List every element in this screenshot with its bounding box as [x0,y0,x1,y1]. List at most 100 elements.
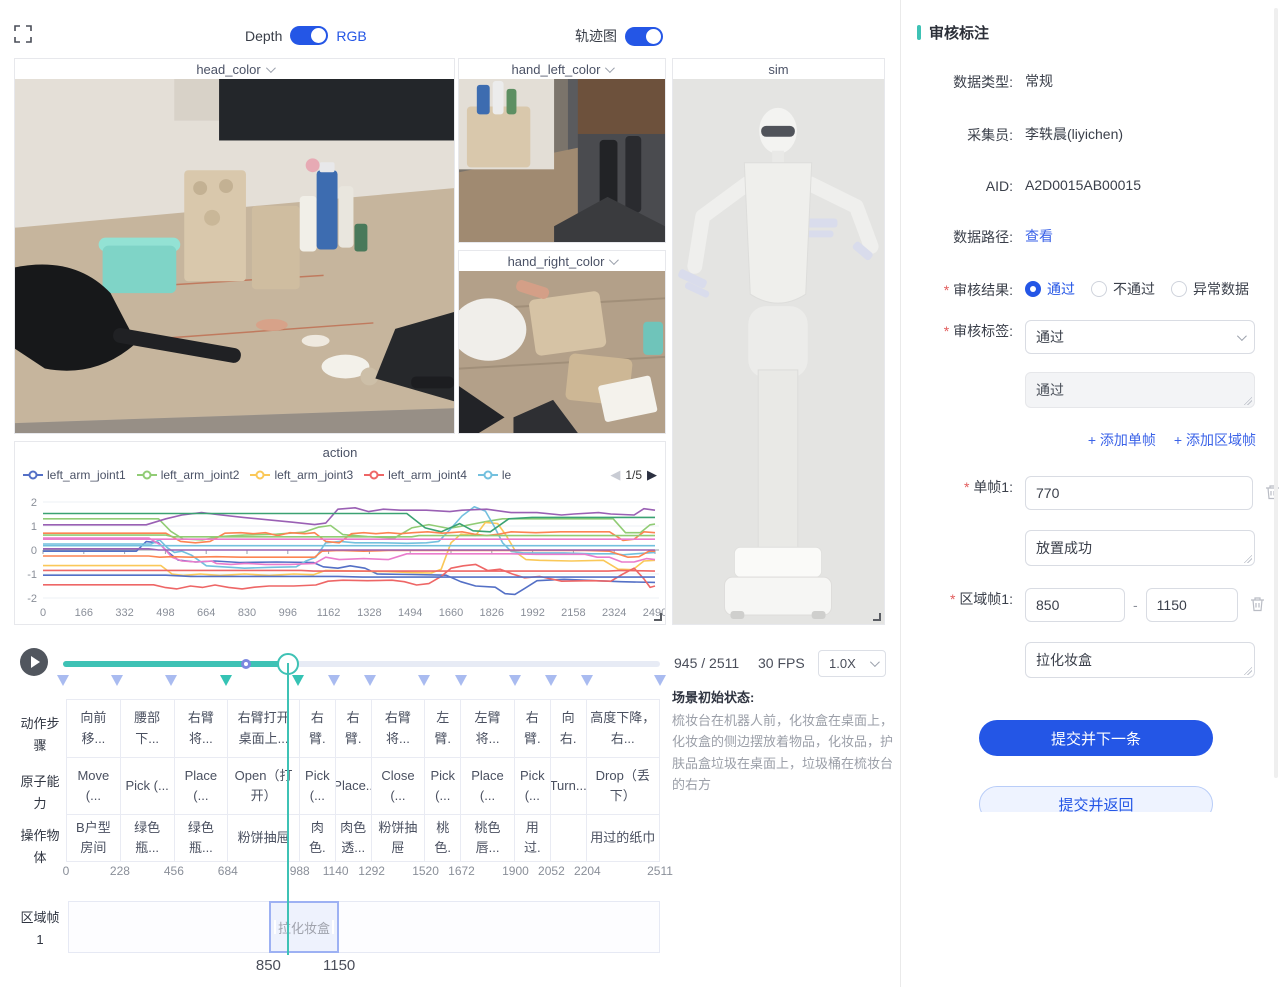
region-frame-note[interactable]: 拉化妆盒 [1025,642,1255,678]
play-button[interactable] [20,648,48,676]
sim-title: sim [673,59,884,79]
table-cell: Pick (... [515,758,551,814]
table-cell: Pick (... [300,758,336,814]
scrollbar[interactable] [1274,8,1278,778]
add-region-frame-link[interactable]: + 添加区域帧 [1174,430,1256,450]
table-cell: 粉饼抽屉 [228,815,300,861]
single-frame-note[interactable]: 放置成功 [1025,530,1255,566]
review-panel-title: 审核标注 [929,22,989,43]
svg-text:996: 996 [279,607,297,619]
legend-item[interactable]: left_arm_joint4 [364,468,467,482]
legend-item[interactable]: left_arm_joint1 [23,468,126,482]
row-label-abilities: 原子能力 [20,771,60,815]
segment-marker-icon[interactable] [509,675,521,686]
depth-label: Depth [245,28,282,44]
sim-panel: sim [672,58,885,625]
legend-next-icon[interactable]: ▶ [647,467,657,483]
fullscreen-icon[interactable] [14,25,32,43]
chevron-down-icon [266,63,276,73]
table-cell: 桃色. [425,815,461,861]
playback-slider[interactable] [63,651,660,677]
svg-text:-2: -2 [27,593,37,605]
region-frame-track: 拉化妆盒 [68,901,660,953]
trajectory-toggle[interactable] [625,27,663,46]
resize-handle-icon[interactable] [873,613,881,621]
head-camera-selector[interactable]: head_color [15,59,454,79]
region-handle-left[interactable] [274,920,276,934]
table-cell: 肉色. [300,815,336,861]
single-frame-row: 单帧1: [917,476,1280,510]
table-cell: 用过的纸巾 [587,815,659,861]
collector-label: 采集员: [917,124,1013,145]
action-steps-table: 向前移...腰部下...右臂将...右臂打开桌面上...右臂.右臂.右臂将...… [66,699,660,862]
segment-marker-icon[interactable] [57,675,69,686]
chevron-down-icon [605,63,615,73]
viewer-panel: Depth RGB 轨迹图 head_color [0,0,900,987]
svg-text:664: 664 [197,607,215,619]
single-frame-marker[interactable] [241,659,251,669]
resize-grip-icon[interactable] [1243,554,1252,563]
svg-text:1162: 1162 [317,607,341,619]
region-end-input[interactable] [1146,588,1238,622]
single-frame-input[interactable] [1025,476,1253,510]
table-cell: Place.. [336,758,372,814]
hand-left-camera-selector[interactable]: hand_left_color [459,59,665,79]
segment-marker-icon[interactable] [165,675,177,686]
row-label-steps: 动作步骤 [20,713,60,757]
region-bound-value: 1150 [323,957,355,974]
table-cell: 右臂. [515,700,551,757]
axis-tick-label: 684 [218,864,238,878]
segment-marker-icon[interactable] [545,675,557,686]
segment-marker-icon[interactable] [111,675,123,686]
segment-marker-icon[interactable] [292,675,304,686]
aid-value: A2D0015AB00015 [1025,177,1141,193]
data-path-row: 数据路径: 查看 [917,226,1280,247]
submit-next-button[interactable]: 提交并下一条 [979,720,1213,756]
axis-tick-label: 988 [290,864,310,878]
resize-grip-icon[interactable] [1243,396,1252,405]
speed-select[interactable]: 1.0X [818,650,886,677]
radio-label: 通过 [1047,279,1075,299]
resize-handle-icon[interactable] [654,613,662,621]
resize-grip-icon[interactable] [1243,666,1252,675]
region-handle-right[interactable] [332,920,334,934]
segment-marker-icon[interactable] [328,675,340,686]
legend-item[interactable]: le [478,468,511,482]
segment-marker-icon[interactable] [364,675,376,686]
review-result-options: 通过不通过异常数据 [1025,279,1249,299]
legend-item[interactable]: left_arm_joint2 [137,468,240,482]
svg-text:2158: 2158 [561,607,585,619]
segment-markers [0,675,700,689]
segment-marker-icon[interactable] [418,675,430,686]
data-path-view-link[interactable]: 查看 [1025,226,1053,246]
hand-right-camera-selector[interactable]: hand_right_color [459,251,665,271]
legend-item[interactable]: left_arm_joint3 [250,468,353,482]
radio-option-异常数据[interactable]: 异常数据 [1171,279,1249,299]
svg-text:1328: 1328 [357,607,381,619]
axis-tick-label: 1520 [412,864,439,878]
radio-option-通过[interactable]: 通过 [1025,279,1075,299]
region-frame-row: 区域帧1: - [917,588,1280,622]
hand-left-camera-image [459,79,665,242]
review-tag-note[interactable]: 通过 [1025,372,1255,408]
legend-prev-icon[interactable]: ◀ [610,467,620,483]
segment-marker-icon[interactable] [654,675,666,686]
depth-rgb-toggle[interactable] [290,26,328,45]
hand-right-camera-title: hand_right_color [508,254,605,269]
radio-icon [1091,281,1107,297]
region-frame-block[interactable]: 拉化妆盒 [269,901,339,953]
review-panel: 审核标注 数据类型: 常规 采集员: 李轶晨(liyichen) AID: A2… [900,0,1280,987]
add-single-frame-link[interactable]: + 添加单帧 [1088,430,1156,450]
review-tag-select[interactable]: 通过 [1025,320,1255,354]
play-icon [31,656,40,668]
region-start-input[interactable] [1025,588,1125,622]
segment-marker-icon[interactable] [455,675,467,686]
radio-option-不通过[interactable]: 不通过 [1091,279,1155,299]
region-frame-range: - [1025,588,1238,622]
axis-tick-label: 2511 [647,864,673,878]
segment-marker-icon[interactable] [220,675,232,686]
trash-icon[interactable] [1250,596,1265,615]
table-cell: 腰部下... [121,700,175,757]
segment-marker-icon[interactable] [581,675,593,686]
submit-return-button[interactable]: 提交并返回 [979,786,1213,812]
